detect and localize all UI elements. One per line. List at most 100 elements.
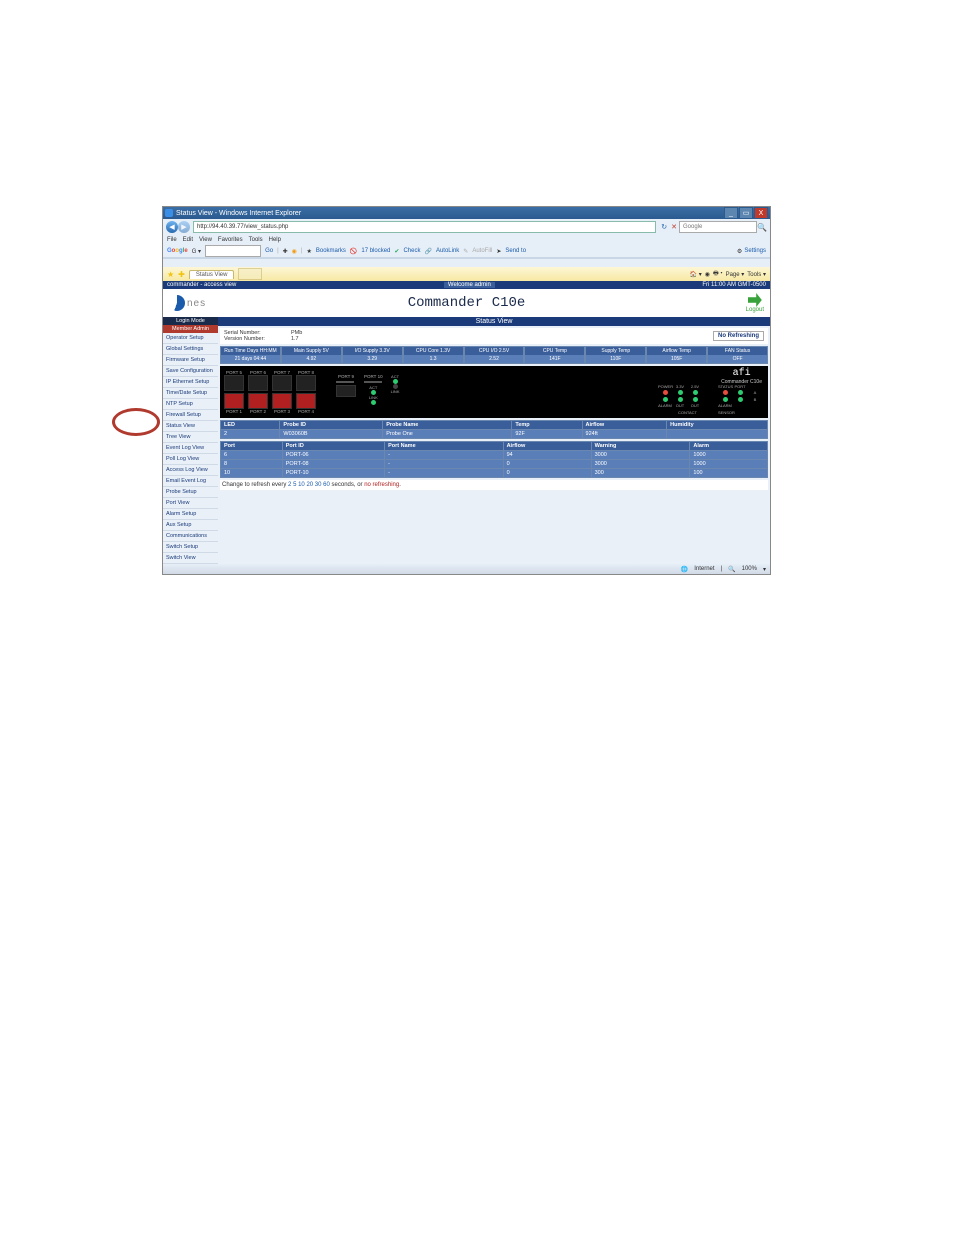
port-4 — [296, 393, 316, 409]
sidebar-item-poll-log-view[interactable]: Poll Log View — [163, 454, 218, 465]
metric-main5v-v: 4.92 — [282, 355, 341, 363]
sidebar-item-time-date-setup[interactable]: Time/Date Setup — [163, 388, 218, 399]
search-icon[interactable]: 🔍 — [757, 222, 767, 232]
sidebar-item-switch-view[interactable]: Switch View — [163, 553, 218, 564]
tb-bookmarks[interactable]: Bookmarks — [316, 248, 346, 254]
tb-star-icon[interactable]: ★ — [306, 248, 311, 255]
tb-plus-icon[interactable]: ✚ — [283, 248, 288, 255]
refresh-60[interactable]: 60 — [323, 482, 330, 488]
refresh-5[interactable]: 5 — [293, 482, 296, 488]
sidebar-item-firmware-setup[interactable]: Firmware Setup — [163, 355, 218, 366]
no-refreshing-link[interactable]: no refreshing — [364, 482, 399, 488]
sidebar-item-access-log-view[interactable]: Access Log View — [163, 465, 218, 476]
tab-status-view[interactable]: Status View — [189, 270, 235, 279]
window-maximize[interactable]: ▭ — [739, 207, 753, 219]
ie-feeds-icon[interactable]: ◉ — [705, 271, 710, 278]
port-2 — [248, 393, 268, 409]
browser-search[interactable]: Google — [679, 221, 757, 233]
refresh-icon[interactable]: ↻ — [661, 223, 667, 231]
led-status — [723, 390, 728, 395]
sidebar-item-firewall-setup[interactable]: Firewall Setup — [163, 410, 218, 421]
favorites-star-icon[interactable]: ★ — [167, 270, 174, 279]
window-title: Status View - Windows Internet Explorer — [176, 210, 301, 217]
window-close[interactable]: X — [754, 207, 768, 219]
logout-button[interactable]: Logout — [746, 293, 764, 313]
address-bar[interactable]: http://94.40.39.77/view_status.php — [193, 221, 656, 233]
sidebar-item-alarm-setup[interactable]: Alarm Setup — [163, 509, 218, 520]
menu-edit[interactable]: Edit — [183, 237, 193, 243]
tb-go[interactable]: Go — [265, 248, 273, 254]
sidebar-item-probe-setup[interactable]: Probe Setup — [163, 487, 218, 498]
menu-bar: File Edit View Favorites Tools Help — [163, 235, 770, 245]
pmb-value: 1.7 — [291, 336, 302, 342]
window-minimize[interactable]: _ — [724, 207, 738, 219]
ie-tools-menu[interactable]: Tools ▾ — [747, 271, 766, 278]
login-mode-header: Login Mode — [163, 317, 218, 325]
nes-swirl-icon — [169, 295, 185, 311]
forward-button[interactable]: ▶ — [178, 221, 190, 233]
ie-home-icon[interactable]: 🏠 ▾ — [690, 271, 702, 278]
tb-rss-icon[interactable]: ◉ — [292, 248, 297, 255]
google-search-input[interactable] — [205, 245, 261, 257]
stop-icon[interactable]: ✕ — [671, 223, 677, 231]
port-label-9: PORT 9 — [336, 374, 356, 379]
tb-autolink[interactable]: AutoLink — [436, 248, 459, 254]
port-label-3: PORT 3 — [272, 409, 292, 414]
sidebar-item-switch-setup[interactable]: Switch Setup — [163, 542, 218, 553]
add-favorite-icon[interactable]: ✚ — [178, 270, 185, 279]
ie-print-icon[interactable]: 🖶 ▾ — [713, 269, 723, 279]
menu-file[interactable]: File — [167, 237, 177, 243]
settings-gear-icon[interactable]: ⚙ — [737, 248, 742, 255]
port-1 — [224, 393, 244, 409]
zoom-dropdown[interactable]: ▾ — [763, 566, 766, 573]
sidebar-item-tree-view[interactable]: Tree View — [163, 432, 218, 443]
port-8 — [296, 375, 316, 391]
port-h-port: Port — [221, 442, 283, 451]
menu-tools[interactable]: Tools — [249, 237, 263, 243]
refresh-10[interactable]: 10 — [298, 482, 305, 488]
refresh-30[interactable]: 30 — [315, 482, 322, 488]
new-tab-button[interactable] — [238, 268, 262, 280]
port-9 — [336, 385, 356, 397]
tb-settings[interactable]: Settings — [744, 248, 766, 254]
tb-autolink-icon[interactable]: 🔗 — [424, 248, 431, 255]
port-label-10: PORT 10 — [364, 374, 383, 379]
nes-logo: nes — [169, 295, 206, 311]
menu-favorites[interactable]: Favorites — [218, 237, 243, 243]
menu-view[interactable]: View — [199, 237, 212, 243]
ie-icon — [165, 209, 173, 217]
tb-check[interactable]: Check — [403, 248, 420, 254]
sidebar-item-port-view[interactable]: Port View — [163, 498, 218, 509]
sidebar-item-event-log-view[interactable]: Event Log View — [163, 443, 218, 454]
sidebar-item-ip-ethernet-setup[interactable]: IP Ethernet Setup — [163, 377, 218, 388]
led-link-9 — [393, 384, 398, 389]
back-button[interactable]: ◀ — [166, 221, 178, 233]
port-h-airflow: Airflow — [503, 442, 591, 451]
menu-help[interactable]: Help — [269, 237, 281, 243]
refresh-20[interactable]: 20 — [306, 482, 313, 488]
refresh-2[interactable]: 2 — [288, 482, 291, 488]
sidebar-item-aux-setup[interactable]: Aux Setup — [163, 520, 218, 531]
tb-blocked-icon[interactable]: 🚫 — [350, 248, 357, 255]
tb-sendto[interactable]: Send to — [505, 248, 526, 254]
page-header: nes Commander C10e Logout — [163, 289, 770, 317]
sidebar-item-status-view[interactable]: Status View — [163, 421, 218, 432]
sidebar-item-operator-setup[interactable]: Operator Setup — [163, 333, 218, 344]
probe-h-id: Probe ID — [280, 421, 383, 430]
ie-page-menu[interactable]: Page ▾ — [726, 271, 745, 278]
sidebar-item-save-configuration[interactable]: Save Configuration — [163, 366, 218, 377]
tb-autofill-icon[interactable]: ✎ — [463, 248, 468, 255]
sidebar-item-ntp-setup[interactable]: NTP Setup — [163, 399, 218, 410]
port-h-name: Port Name — [385, 442, 503, 451]
zoom-level[interactable]: 100% — [742, 566, 757, 572]
tb-sendto-icon[interactable]: ➤ — [496, 248, 501, 255]
tb-check-icon[interactable]: ✔ — [394, 248, 399, 255]
sidebar-item-email-event-log[interactable]: Email Event Log — [163, 476, 218, 487]
probe-h-humidity: Humidity — [667, 421, 768, 430]
sidebar-item-communications[interactable]: Communications — [163, 531, 218, 542]
afi-brand: afi — [721, 368, 762, 379]
led-25v — [693, 390, 698, 395]
sidebar-item-global-settings[interactable]: Global Settings — [163, 344, 218, 355]
zoom-icon[interactable]: 🔍 — [728, 566, 735, 573]
google-search-dropdown[interactable]: G ▾ — [192, 248, 201, 255]
